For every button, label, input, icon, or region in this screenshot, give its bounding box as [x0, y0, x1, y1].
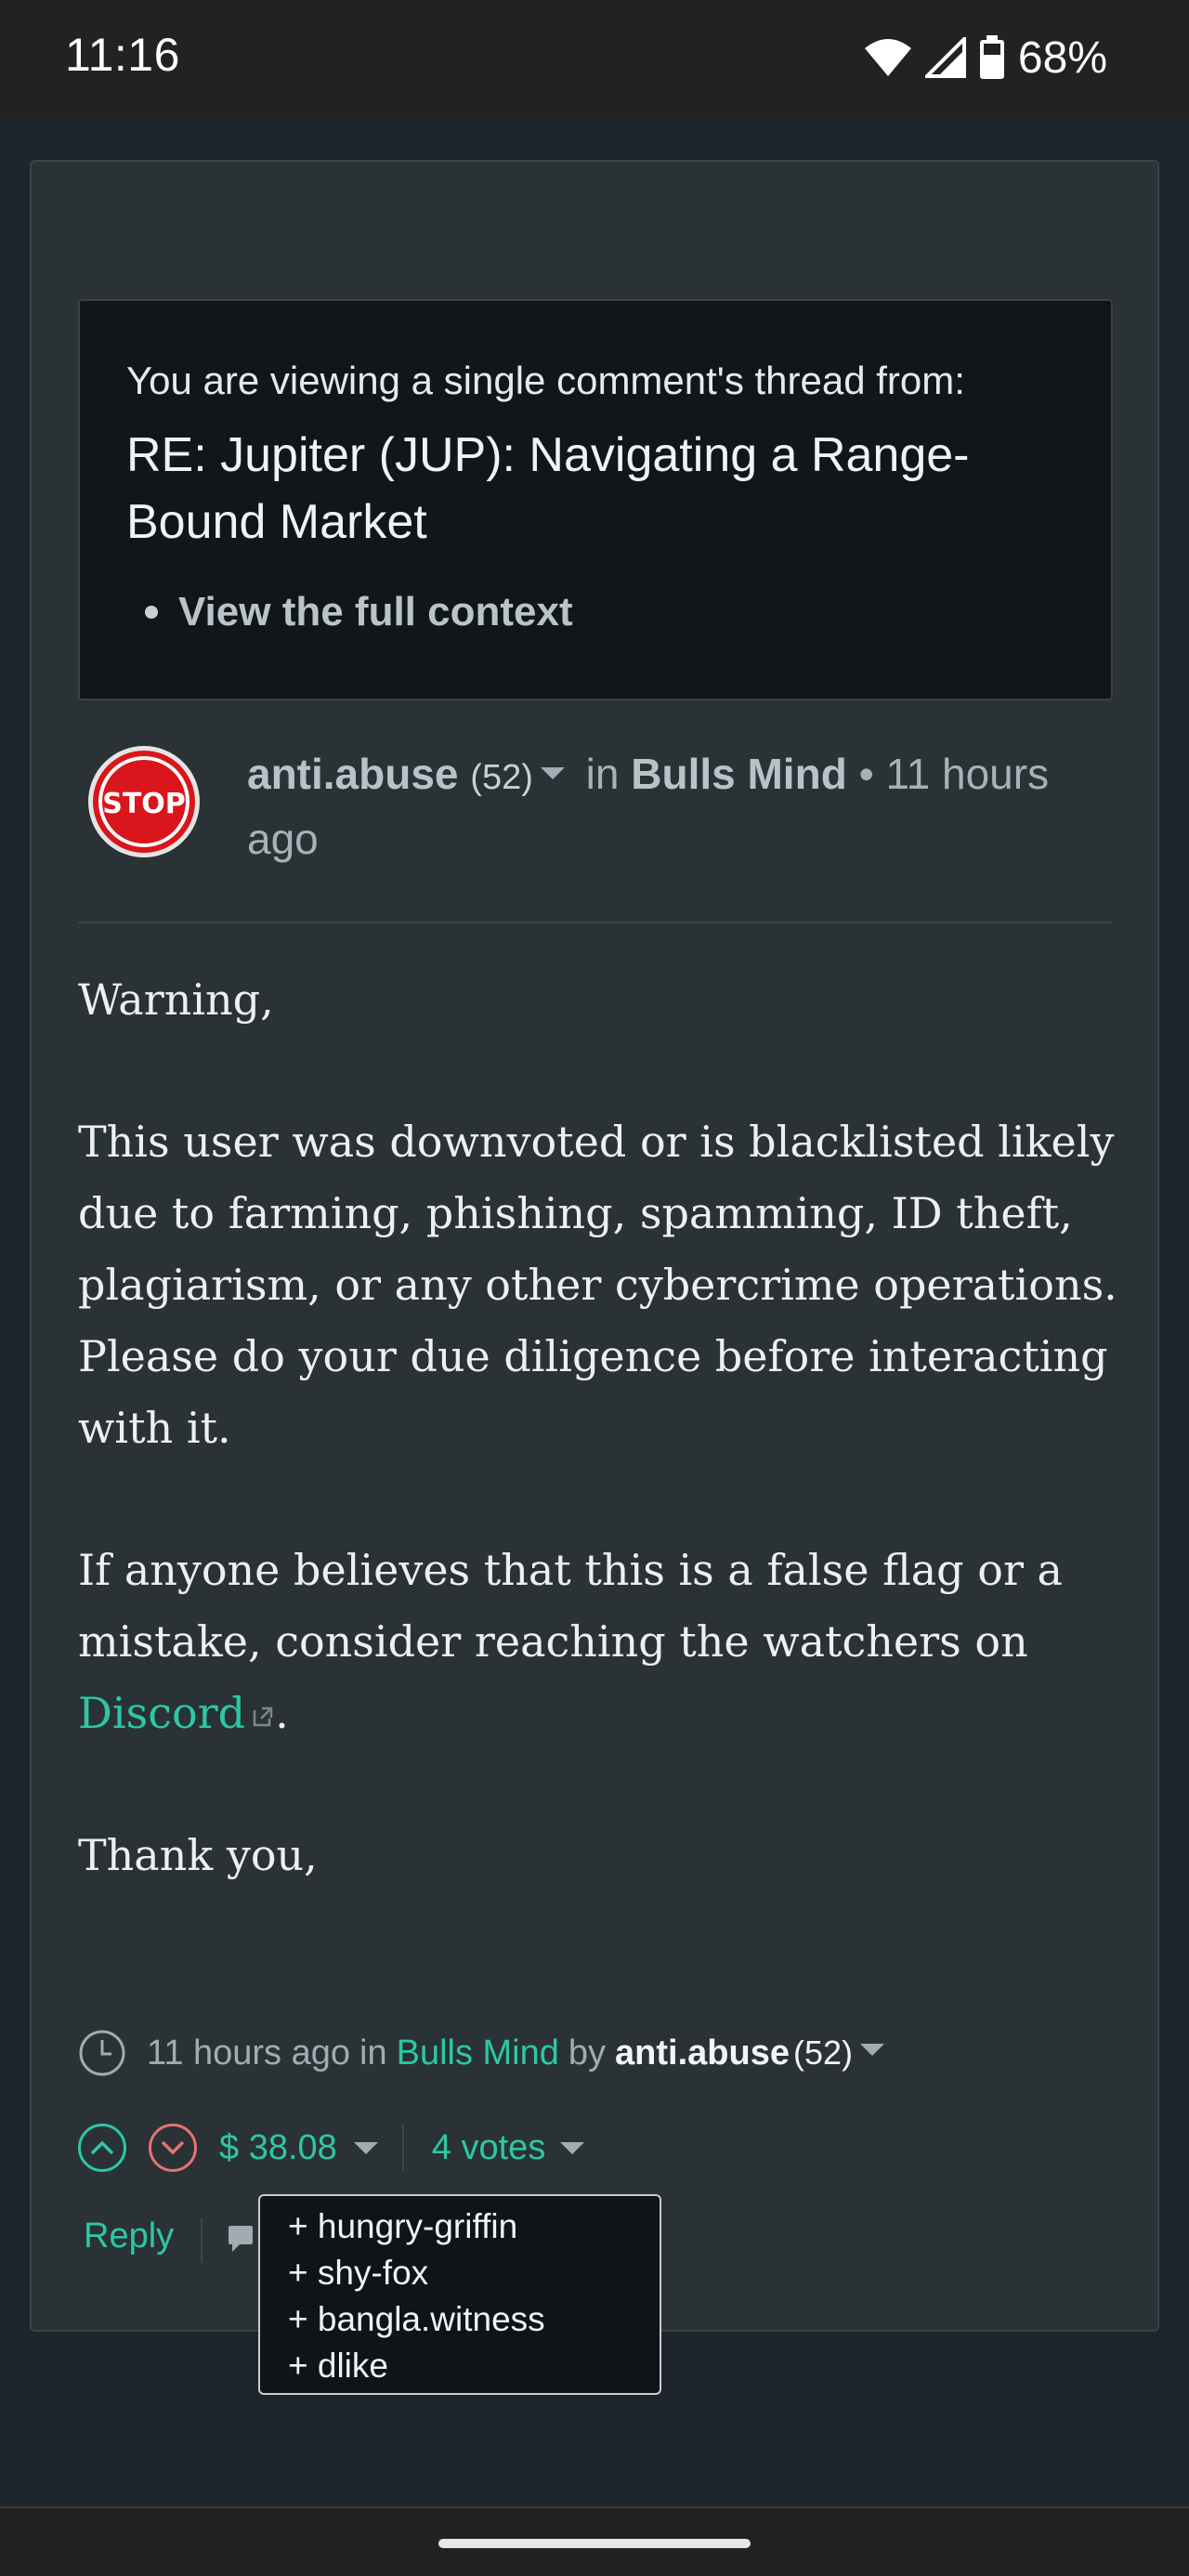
discord-link[interactable]: Discord — [78, 1688, 245, 1738]
body-paragraph: This user was downvoted or is blackliste… — [78, 1117, 1117, 1453]
meta-in-label: in — [359, 2033, 387, 2073]
avatar-text: STOP — [102, 788, 186, 820]
payout-caret-icon[interactable] — [353, 2141, 378, 2154]
wifi-icon — [864, 39, 911, 76]
bullet — [145, 606, 158, 619]
status-bar: 11:16 68% — [0, 0, 1189, 117]
home-gesture-handle[interactable] — [438, 2539, 751, 2548]
clock-icon — [79, 2030, 125, 2076]
meta-time[interactable]: 11 hours ago — [147, 2033, 350, 2073]
separator — [401, 2125, 404, 2171]
meta-author-caret-icon[interactable] — [860, 2043, 885, 2056]
author-line: anti.abuse (52) in Bulls Mind • 11 hours… — [247, 743, 1065, 870]
context-intro: You are viewing a single comment's threa… — [126, 359, 965, 402]
upvote-button[interactable] — [78, 2124, 126, 2172]
body-text-segment: If anyone believes that this is a false … — [78, 1545, 1063, 1667]
vote-bar: $ 38.08 4 votes — [78, 2124, 585, 2172]
status-time: 11:16 — [65, 29, 180, 81]
votes-caret-icon[interactable] — [560, 2141, 585, 2154]
signal-icon — [924, 37, 966, 78]
body-paragraph: If anyone believes that this is a false … — [78, 1535, 1128, 1749]
voter-item[interactable]: + hungry-griffin — [288, 2203, 660, 2250]
meta-author-link[interactable]: anti.abuse — [615, 2033, 790, 2073]
meta-community-link[interactable]: Bulls Mind — [397, 2033, 559, 2073]
voter-item[interactable]: + shy-fox — [288, 2250, 660, 2296]
author-name[interactable]: anti.abuse — [247, 750, 459, 798]
divider — [78, 922, 1113, 923]
battery-percentage: 68% — [1017, 33, 1107, 83]
voter-item[interactable]: + bangla.witness — [288, 2296, 660, 2343]
voter-item[interactable]: + dlike — [288, 2343, 660, 2389]
view-full-context-link[interactable]: View the full context — [178, 589, 573, 635]
chevron-down-icon — [161, 2140, 185, 2155]
context-post-title[interactable]: RE: Jupiter (JUP): Navigating a Range-Bo… — [126, 422, 1055, 556]
meta-by-label: by — [568, 2033, 607, 2073]
context-link-item: View the full context — [145, 589, 573, 635]
body-paragraph: Warning, — [78, 974, 274, 1025]
chevron-up-icon — [90, 2140, 114, 2155]
separator — [201, 2218, 203, 2263]
voters-popup: + hungry-griffin + shy-fox + bangla.witn… — [258, 2194, 661, 2395]
author-reputation: (52) — [470, 758, 533, 797]
in-label: in — [585, 750, 620, 798]
comment-body: Warning, This user was downvoted or is b… — [78, 964, 1128, 1962]
votes-count[interactable]: 4 votes — [432, 2128, 546, 2168]
battery-icon — [979, 35, 1004, 79]
downvote-button[interactable] — [149, 2124, 197, 2172]
body-paragraph: Thank you, — [78, 1830, 318, 1880]
author-menu-caret-icon[interactable] — [540, 767, 565, 780]
external-link-icon — [253, 1706, 273, 1727]
body-text-segment: . — [275, 1688, 289, 1738]
community-link[interactable]: Bulls Mind — [631, 750, 847, 798]
comment-meta: 11 hours ago in Bulls Mind by anti.abuse… — [78, 2029, 894, 2077]
thread-context-box: You are viewing a single comment's threa… — [78, 299, 1113, 700]
status-icons: 68% — [864, 32, 1107, 84]
avatar[interactable]: STOP — [85, 743, 203, 860]
reply-button[interactable]: Reply — [84, 2216, 174, 2256]
meta-author-reputation: (52) — [793, 2033, 854, 2072]
payout-value[interactable]: $ 38.08 — [219, 2128, 337, 2168]
